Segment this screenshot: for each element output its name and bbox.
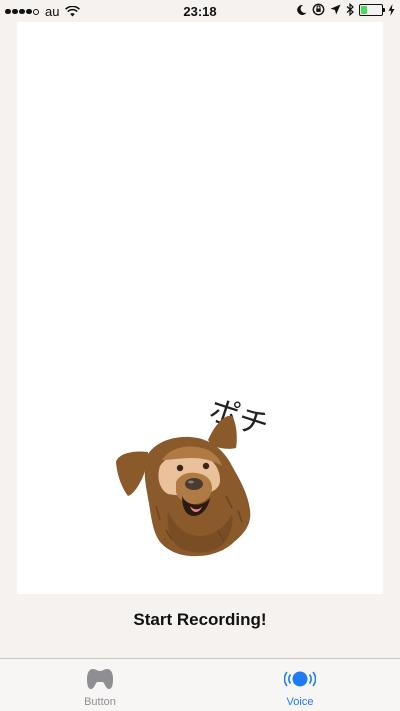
battery-fill: [361, 5, 367, 14]
battery-cap: [383, 7, 385, 12]
tab-voice-label: Voice: [286, 696, 314, 708]
status-right: [296, 3, 395, 16]
tab-bar: Button Voice: [0, 658, 400, 711]
dog-avatar[interactable]: [108, 410, 268, 560]
rotation-lock-icon: [312, 3, 325, 16]
tab-button[interactable]: Button: [40, 659, 160, 711]
voice-wave-icon: [284, 671, 316, 687]
gamepad-icon: [87, 669, 113, 689]
bluetooth-icon: [346, 3, 354, 16]
start-recording-label[interactable]: Start Recording!: [0, 610, 400, 630]
dog-right-eye: [202, 462, 210, 470]
tab-voice[interactable]: Voice: [240, 659, 360, 711]
battery-icon: [359, 3, 385, 16]
charging-bolt-icon: [388, 3, 395, 16]
location-arrow-icon: [330, 4, 341, 15]
moon-icon: [297, 4, 307, 15]
tab-icon-wrapper: [240, 667, 360, 691]
dog-left-eye: [176, 464, 184, 472]
status-bar: au 23:18: [0, 0, 400, 22]
dog-nose: [185, 478, 203, 490]
tab-icon-wrapper: [40, 667, 160, 691]
dog-left-ear: [116, 451, 148, 496]
tab-button-label: Button: [84, 696, 116, 708]
